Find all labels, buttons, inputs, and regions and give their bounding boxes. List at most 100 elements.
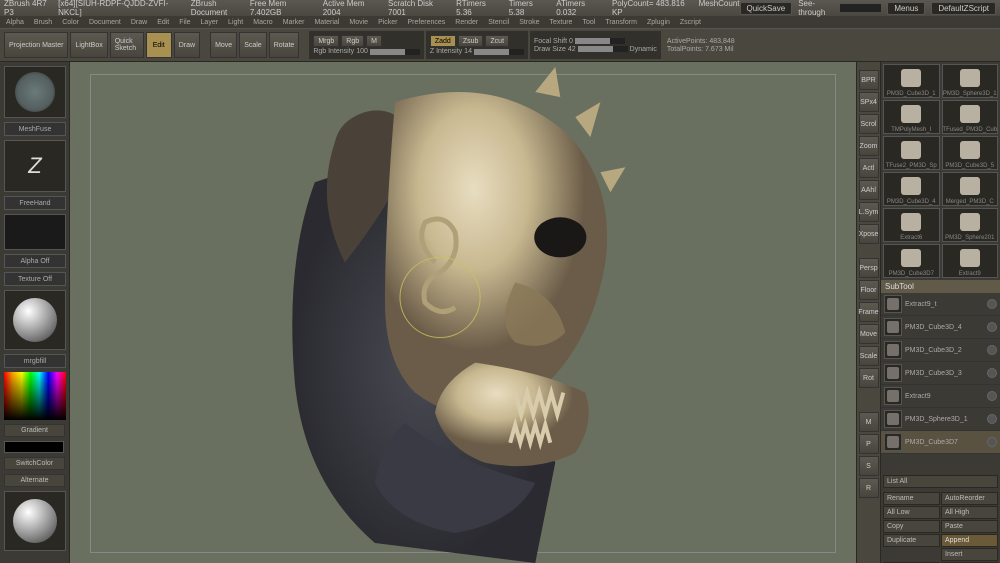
drawsize-slider[interactable] bbox=[578, 46, 628, 52]
listall-btn[interactable]: List All bbox=[883, 475, 998, 488]
zsub-btn[interactable]: Zsub bbox=[458, 35, 484, 47]
tool-thumb[interactable]: TFused_PM3D_Cub bbox=[942, 100, 999, 134]
rotate-btn[interactable]: Rotate bbox=[269, 32, 300, 58]
switchcolor-btn[interactable]: SwitchColor bbox=[4, 457, 65, 470]
tool-thumb[interactable]: Extract6 bbox=[883, 208, 940, 242]
nav-rot-btn[interactable]: Rot bbox=[859, 368, 879, 388]
subtool-item[interactable]: PM3D_Cube3D_4 bbox=[881, 316, 1000, 339]
quicksave-btn[interactable]: QuickSave bbox=[740, 2, 793, 15]
subtool-item[interactable]: Extract9_t bbox=[881, 293, 1000, 316]
zcut-btn[interactable]: Zcut bbox=[485, 35, 509, 47]
menu-item[interactable]: Stroke bbox=[519, 19, 539, 26]
menu-item[interactable]: Movie bbox=[349, 19, 368, 26]
menu-item[interactable]: Alpha bbox=[6, 19, 24, 26]
rgb-intensity-slider[interactable] bbox=[370, 49, 420, 55]
tool-thumb[interactable]: PM3D_Sphere3D_1 bbox=[942, 64, 999, 98]
quicksketch-btn[interactable]: Quick Sketch bbox=[110, 32, 144, 58]
lightbox-btn[interactable]: LightBox bbox=[70, 32, 107, 58]
current-color[interactable] bbox=[4, 441, 64, 453]
z-intensity-slider[interactable] bbox=[474, 49, 524, 55]
gradient-btn[interactable]: Gradient bbox=[4, 424, 65, 437]
viewport[interactable]: -0.165,0.882,0.003 bbox=[70, 62, 856, 563]
tool-thumb[interactable]: PM3D_Cube3D_5 bbox=[942, 136, 999, 170]
eye-icon[interactable] bbox=[987, 437, 997, 447]
menu-item[interactable]: Brush bbox=[34, 19, 52, 26]
menu-item[interactable]: Picker bbox=[378, 19, 397, 26]
dynamic-btn[interactable]: Dynamic bbox=[630, 46, 657, 53]
copy-btn[interactable]: Copy bbox=[883, 520, 940, 533]
allhigh-btn[interactable]: All High bbox=[941, 506, 998, 519]
menus-btn[interactable]: Menus bbox=[887, 2, 925, 15]
eye-icon[interactable] bbox=[987, 322, 997, 332]
tool-thumb[interactable]: PM3D_Cube3D7 bbox=[883, 244, 940, 278]
menu-item[interactable]: File bbox=[179, 19, 190, 26]
menu-item[interactable]: Color bbox=[62, 19, 79, 26]
floor-btn[interactable]: Floor bbox=[859, 280, 879, 300]
material-preview[interactable] bbox=[4, 491, 66, 551]
eye-icon[interactable] bbox=[987, 299, 997, 309]
draw-btn[interactable]: Draw bbox=[174, 32, 200, 58]
tool-thumb[interactable]: TFuse2_PM3D_Sp bbox=[883, 136, 940, 170]
menu-item[interactable]: Material bbox=[314, 19, 339, 26]
focal-slider[interactable] bbox=[575, 38, 625, 44]
nav-btn[interactable]: AAhl bbox=[859, 180, 879, 200]
nav-btn[interactable]: P bbox=[859, 434, 879, 454]
nav-btn[interactable]: Actl bbox=[859, 158, 879, 178]
m-btn[interactable]: M bbox=[366, 35, 382, 47]
alternate-btn[interactable]: Alternate bbox=[4, 474, 65, 487]
stroke-selector[interactable]: Z bbox=[4, 140, 66, 192]
menu-item[interactable]: Tool bbox=[582, 19, 595, 26]
eye-icon[interactable] bbox=[987, 368, 997, 378]
menu-item[interactable]: Edit bbox=[157, 19, 169, 26]
alllow-btn[interactable]: All Low bbox=[883, 506, 940, 519]
tool-thumb[interactable]: PM3D_Sphere201 bbox=[942, 208, 999, 242]
nav-btn[interactable]: M bbox=[859, 412, 879, 432]
zadd-btn[interactable]: Zadd bbox=[430, 35, 456, 47]
projection-master-btn[interactable]: Projection Master bbox=[4, 32, 68, 58]
rename-btn[interactable]: Rename bbox=[883, 492, 940, 505]
menu-item[interactable]: Macro bbox=[253, 19, 272, 26]
menu-item[interactable]: Preferences bbox=[408, 19, 446, 26]
scale-btn[interactable]: Scale bbox=[239, 32, 267, 58]
color-picker[interactable] bbox=[4, 372, 66, 420]
subtool-item[interactable]: PM3D_Cube3D_3 bbox=[881, 362, 1000, 385]
menu-item[interactable]: Render bbox=[455, 19, 478, 26]
menu-item[interactable]: Zplugin bbox=[647, 19, 670, 26]
tool-thumb[interactable]: Extract9 bbox=[942, 244, 999, 278]
tool-thumb[interactable]: PM3D_Cube3D_4 bbox=[883, 172, 940, 206]
menu-item[interactable]: Marker bbox=[283, 19, 305, 26]
duplicate-btn[interactable]: Duplicate bbox=[883, 534, 940, 547]
rgb-btn[interactable]: Rgb bbox=[341, 35, 364, 47]
nav-btn[interactable]: Scrol bbox=[859, 114, 879, 134]
menu-item[interactable]: Transform bbox=[605, 19, 637, 26]
append-btn[interactable]: Append bbox=[941, 534, 998, 547]
brush-selector[interactable] bbox=[4, 66, 66, 118]
subtool-item[interactable]: PM3D_Sphere3D_1 bbox=[881, 408, 1000, 431]
frame-btn[interactable]: Frame bbox=[859, 302, 879, 322]
alpha-selector[interactable] bbox=[4, 214, 66, 250]
paste-btn[interactable]: Paste bbox=[941, 520, 998, 533]
nav-btn[interactable]: S bbox=[859, 456, 879, 476]
material-selector[interactable] bbox=[4, 290, 66, 350]
nav-btn[interactable]: L.Sym bbox=[859, 202, 879, 222]
menu-item[interactable]: Light bbox=[228, 19, 243, 26]
persp-btn[interactable]: Persp bbox=[859, 258, 879, 278]
menu-item[interactable]: Stencil bbox=[488, 19, 509, 26]
bpr-btn[interactable]: BPR bbox=[859, 70, 879, 90]
nav-scale-btn[interactable]: Scale bbox=[859, 346, 879, 366]
nav-btn[interactable]: R bbox=[859, 478, 879, 498]
defaultscript[interactable]: DefaultZScript bbox=[931, 2, 996, 15]
nav-btn[interactable]: Xpose bbox=[859, 224, 879, 244]
menu-item[interactable]: Document bbox=[89, 19, 121, 26]
edit-btn[interactable]: Edit bbox=[146, 32, 172, 58]
mrgb-btn[interactable]: Mrgb bbox=[313, 35, 339, 47]
eye-icon[interactable] bbox=[987, 391, 997, 401]
nav-move-btn[interactable]: Move bbox=[859, 324, 879, 344]
move-btn[interactable]: Move bbox=[210, 32, 237, 58]
menu-item[interactable]: Layer bbox=[201, 19, 219, 26]
eye-icon[interactable] bbox=[987, 414, 997, 424]
menu-item[interactable]: Draw bbox=[131, 19, 147, 26]
subtool-item[interactable]: PM3D_Cube3D_2 bbox=[881, 339, 1000, 362]
tool-thumb[interactable]: PM3D_Cube3D_1 bbox=[883, 64, 940, 98]
nav-btn[interactable]: Zoom bbox=[859, 136, 879, 156]
